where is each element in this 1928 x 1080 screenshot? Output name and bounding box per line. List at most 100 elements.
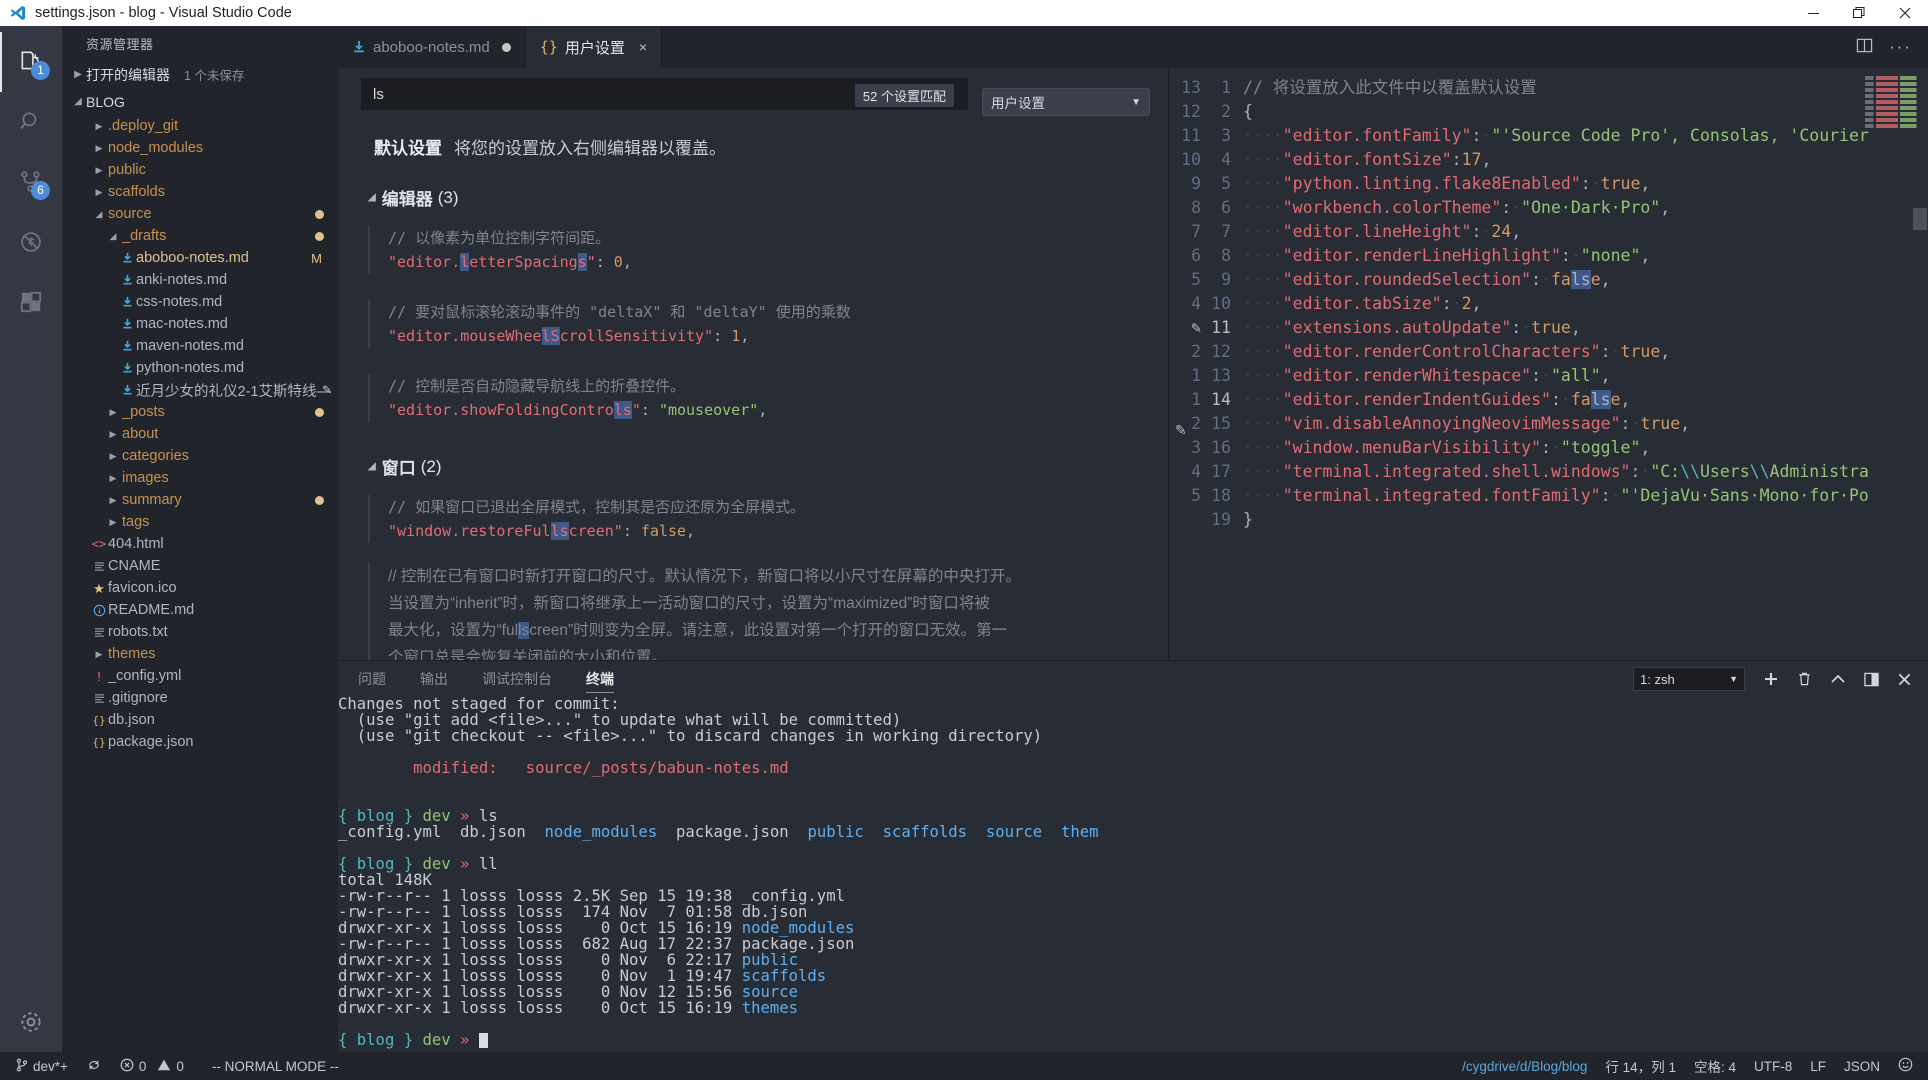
tree-item-_posts[interactable]: ▶ _posts bbox=[62, 401, 338, 423]
panel-tab-terminal[interactable]: 终端 bbox=[586, 661, 614, 697]
activity-item-source-control[interactable]: 6 bbox=[0, 152, 62, 212]
code-line[interactable]: ····"editor.renderWhitespace":·"all", bbox=[1243, 364, 1928, 388]
code-line[interactable]: ····"editor.lineHeight":·24, bbox=[1243, 220, 1928, 244]
tree-item-404.html[interactable]: <> 404.html bbox=[62, 533, 338, 555]
plus-icon[interactable] bbox=[1763, 671, 1779, 687]
tree-item-maven-notes.md[interactable]: maven-notes.md bbox=[62, 335, 338, 357]
setting-editor-letterSpacing[interactable]: // 以像素为单位控制字符间距。 "editor.letterSpacings"… bbox=[368, 226, 1168, 274]
tree-item-categories[interactable]: ▶ categories bbox=[62, 445, 338, 467]
file-tree[interactable]: ▶ .deploy_git ▶ node_modules ▶ public ▶ scaffol… bbox=[62, 115, 338, 753]
code-line[interactable]: ····"editor.fontSize":17, bbox=[1243, 148, 1928, 172]
status-sync[interactable] bbox=[77, 1052, 111, 1080]
status-branch[interactable]: dev*+ bbox=[6, 1052, 77, 1080]
setting-value[interactable]: 1 bbox=[731, 327, 740, 345]
code-line[interactable]: { bbox=[1243, 100, 1928, 124]
code-line[interactable]: ····"extensions.autoUpdate":·true, bbox=[1243, 316, 1928, 340]
status-cursor-position[interactable]: 行 14，列 1 bbox=[1596, 1052, 1685, 1080]
code-line[interactable]: ····"window.menuBarVisibility":·"toggle"… bbox=[1243, 436, 1928, 460]
minimize-button[interactable] bbox=[1790, 0, 1836, 26]
code-line[interactable]: ····"editor.tabSize":·2, bbox=[1243, 292, 1928, 316]
tree-item-_drafts[interactable]: ◢ _drafts bbox=[62, 225, 338, 247]
code-line[interactable]: ····"editor.renderLineHighlight":·"none"… bbox=[1243, 244, 1928, 268]
tree-item-db.json[interactable]: {} db.json bbox=[62, 709, 338, 731]
code-line[interactable]: ····"vim.disableAnnoyingNeovimMessage":·… bbox=[1243, 412, 1928, 436]
panel-tab-problems[interactable]: 问题 bbox=[358, 661, 386, 697]
setting-editor-mouseWheelScrollSensitivity[interactable]: // 要对鼠标滚轮滚动事件的 "deltaX" 和 "deltaY" 使用的乘数… bbox=[368, 300, 1168, 348]
chevron-up-icon[interactable] bbox=[1830, 671, 1846, 687]
code-line[interactable]: ····"python.linting.flake8Enabled":·true… bbox=[1243, 172, 1928, 196]
activity-item-search[interactable] bbox=[0, 92, 62, 152]
tree-item-python-notes.md[interactable]: python-notes.md bbox=[62, 357, 338, 379]
tree-item-_config.yml[interactable]: ! _config.yml bbox=[62, 665, 338, 687]
tree-item-.gitignore[interactable]: .gitignore bbox=[62, 687, 338, 709]
status-problems[interactable]: 0 0 bbox=[111, 1052, 193, 1080]
tree-item-2-1..[interactable]: 近月少女的礼仪2-1艾斯特线—汉化..✎ bbox=[62, 379, 338, 401]
split-icon[interactable] bbox=[1864, 672, 1879, 687]
close-icon[interactable] bbox=[1897, 672, 1912, 687]
code-line[interactable]: ····"terminal.integrated.fontFamily":·"'… bbox=[1243, 484, 1928, 508]
tree-item-cname[interactable]: CNAME bbox=[62, 555, 338, 577]
code-line[interactable]: ····"terminal.integrated.shell.windows":… bbox=[1243, 460, 1928, 484]
status-language-mode[interactable]: JSON bbox=[1835, 1052, 1889, 1080]
code-line[interactable]: ····"editor.roundedSelection":·false, bbox=[1243, 268, 1928, 292]
setting-value[interactable]: false bbox=[641, 522, 686, 540]
activity-item-extensions[interactable] bbox=[0, 272, 62, 332]
setting-value[interactable]: "mouseover" bbox=[659, 401, 758, 419]
tab-close-button[interactable]: × bbox=[639, 40, 647, 54]
activity-item-debug[interactable] bbox=[0, 212, 62, 272]
code-line[interactable]: // 将设置放入此文件中以覆盖默认设置 bbox=[1243, 76, 1928, 100]
editor-scrollbar[interactable] bbox=[1913, 208, 1927, 230]
status-indentation[interactable]: 空格: 4 bbox=[1685, 1052, 1745, 1080]
tree-item-robots.txt[interactable]: robots.txt bbox=[62, 621, 338, 643]
activity-item-explorer[interactable]: 1 bbox=[0, 32, 62, 92]
code-line[interactable]: ····"workbench.colorTheme":·"One·Dark·Pr… bbox=[1243, 196, 1928, 220]
tree-item-readme.md[interactable]: README.md bbox=[62, 599, 338, 621]
panel-tab-debug-console[interactable]: 调试控制台 bbox=[482, 661, 552, 697]
status-encoding[interactable]: UTF-8 bbox=[1745, 1052, 1801, 1080]
settings-json-editor-pane[interactable]: 13 12 11 10 9 8 7 6 5 4 ✎ 2 1 1 2 3 4 5 1 2 3 4 5 6 7 8 9 10 11 12 13… bbox=[1168, 68, 1928, 660]
tree-item-scaffolds[interactable]: ▶ scaffolds bbox=[62, 181, 338, 203]
tree-item-themes[interactable]: ▶ themes bbox=[62, 643, 338, 665]
settings-scope-dropdown[interactable]: 用户设置 ▼ bbox=[982, 88, 1150, 116]
tree-item-mac-notes.md[interactable]: mac-notes.md bbox=[62, 313, 338, 335]
tree-item-public[interactable]: ▶ public bbox=[62, 159, 338, 181]
json-code-area[interactable]: 13 12 11 10 9 8 7 6 5 4 ✎ 2 1 1 2 3 4 5 1 2 3 4 5 6 7 8 9 10 11 12 13… bbox=[1169, 68, 1928, 532]
tree-item-tags[interactable]: ▶ tags bbox=[62, 511, 338, 533]
code-line[interactable]: ····"editor.renderIndentGuides":·false, bbox=[1243, 388, 1928, 412]
editor-minimap[interactable] bbox=[1862, 74, 1928, 194]
close-button[interactable] bbox=[1882, 0, 1928, 26]
setting-window-restoreFullscreen[interactable]: // 如果窗口已退出全屏模式，控制其是否应还原为全屏模式。 "window.re… bbox=[368, 495, 1168, 543]
code-line[interactable]: ····"editor.renderControlCharacters":·tr… bbox=[1243, 340, 1928, 364]
tree-item-css-notes.md[interactable]: css-notes.md bbox=[62, 291, 338, 313]
tree-item-node_modules[interactable]: ▶ node_modules bbox=[62, 137, 338, 159]
status-feedback[interactable] bbox=[1889, 1052, 1922, 1080]
tab-aboboo-notes[interactable]: aboboo-notes.md bbox=[338, 26, 526, 68]
dirty-indicator[interactable] bbox=[501, 42, 511, 52]
tree-item-favicon.ico[interactable]: ★ favicon.ico bbox=[62, 577, 338, 599]
terminal-instance-dropdown[interactable]: 1: zsh ▼ bbox=[1633, 667, 1745, 691]
tree-item-summary[interactable]: ▶ summary bbox=[62, 489, 338, 511]
code-line[interactable]: ····"editor.fontFamily":·"'Source Code P… bbox=[1243, 124, 1928, 148]
tree-item-images[interactable]: ▶ images bbox=[62, 467, 338, 489]
settings-group-header-editor[interactable]: ◢ 编辑器 (3) bbox=[338, 185, 1168, 210]
more-actions-icon[interactable]: ··· bbox=[1889, 38, 1912, 55]
setting-editor-showFoldingControls[interactable]: // 控制是否自动隐藏导航线上的折叠控件。 "editor.showFoldin… bbox=[368, 374, 1168, 422]
tree-item-package.json[interactable]: {} package.json bbox=[62, 731, 338, 753]
tree-item-anki-notes.md[interactable]: anki-notes.md bbox=[62, 269, 338, 291]
tree-item-source[interactable]: ◢ source bbox=[62, 203, 338, 225]
project-root-section[interactable]: ◢ BLOG bbox=[62, 88, 338, 115]
settings-group-header-window[interactable]: ◢ 窗口 (2) bbox=[338, 454, 1168, 479]
maximize-restore-button[interactable] bbox=[1836, 0, 1882, 26]
tree-item-about[interactable]: ▶ about bbox=[62, 423, 338, 445]
tab-user-settings[interactable]: {} 用户设置 × bbox=[525, 26, 663, 68]
setting-value[interactable]: 0 bbox=[614, 253, 623, 271]
trash-icon[interactable] bbox=[1797, 671, 1812, 687]
open-editors-section[interactable]: ▶ 打开的编辑器 1 个未保存 bbox=[62, 61, 338, 88]
json-code-lines[interactable]: // 将设置放入此文件中以覆盖默认设置{····"editor.fontFami… bbox=[1243, 76, 1928, 532]
status-eol[interactable]: LF bbox=[1801, 1052, 1835, 1080]
activity-item-settings[interactable] bbox=[0, 992, 62, 1052]
code-line[interactable]: } bbox=[1243, 508, 1928, 532]
split-editor-icon[interactable] bbox=[1856, 37, 1873, 57]
panel-tab-output[interactable]: 输出 bbox=[420, 661, 448, 697]
tree-item-aboboo-notes.md[interactable]: aboboo-notes.md M bbox=[62, 247, 338, 269]
